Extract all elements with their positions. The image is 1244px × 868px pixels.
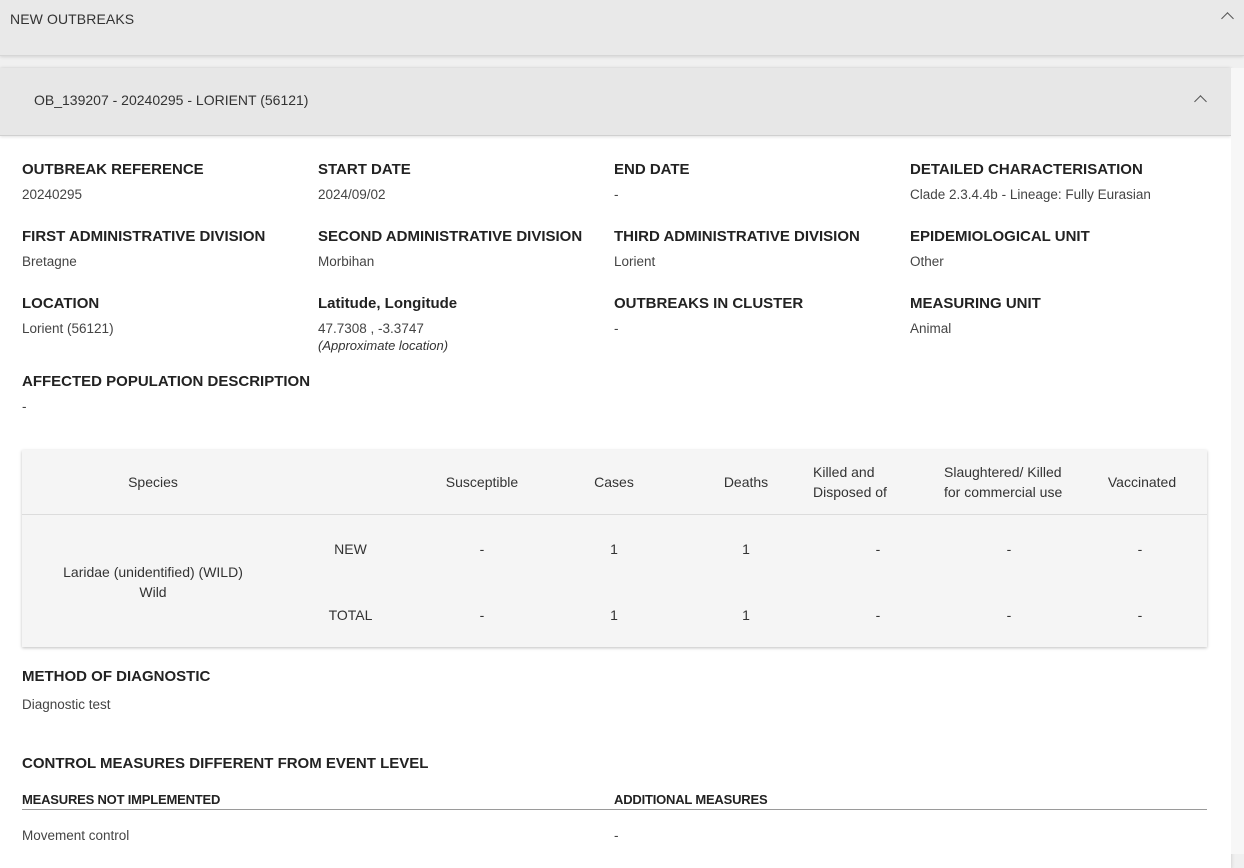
chevron-up-icon[interactable]: [1221, 12, 1234, 25]
header-deaths: Deaths: [723, 474, 769, 490]
field-value: Other: [910, 254, 944, 269]
header-killed-disposed: Killed and Disposed of: [813, 464, 887, 500]
cell-susceptible: -: [479, 541, 485, 557]
field-start-date: START DATE 2024/09/02: [318, 161, 608, 202]
field-outbreaks-in-cluster: OUTBREAKS IN CLUSTER -: [614, 295, 904, 336]
header-species: Species: [128, 474, 178, 490]
field-label: DETAILED CHARACTERISATION: [910, 161, 1143, 178]
field-label: MEASURING UNIT: [910, 295, 1041, 312]
field-label: LOCATION: [22, 295, 100, 312]
field-outbreak-reference: OUTBREAK REFERENCE 20240295: [22, 161, 312, 202]
field-first-admin-division: FIRST ADMINISTRATIVE DIVISION Bretagne: [22, 228, 312, 269]
divider: [22, 809, 1207, 810]
cell-deaths: 1: [742, 541, 750, 557]
field-measuring-unit: MEASURING UNIT Animal: [910, 295, 1200, 336]
cell-slaughtered: -: [1006, 607, 1012, 623]
field-label: END DATE: [614, 161, 690, 178]
field-second-admin-division: SECOND ADMINISTRATIVE DIVISION Morbihan: [318, 228, 608, 269]
row-label: NEW: [334, 541, 367, 557]
field-label: FIRST ADMINISTRATIVE DIVISION: [22, 228, 266, 245]
cell-slaughtered: -: [1006, 541, 1012, 557]
field-value: -: [614, 321, 619, 336]
additional-measures-header: ADDITIONAL MEASURES: [614, 792, 768, 807]
diagnostic-label: METHOD OF DIAGNOSTIC: [22, 668, 211, 685]
header-susceptible: Susceptible: [445, 474, 519, 490]
species-name: Laridae (unidentified) (WILD): [63, 564, 243, 580]
additional-measures-value: -: [614, 828, 619, 843]
field-label: THIRD ADMINISTRATIVE DIVISION: [614, 228, 860, 245]
new-outbreaks-title: NEW OUTBREAKS: [10, 11, 135, 27]
field-value: Lorient (56121): [22, 321, 114, 336]
scrollbar-track[interactable]: [1231, 68, 1244, 854]
field-value: Clade 2.3.4.4b - Lineage: Fully Eurasian: [910, 187, 1151, 202]
cell-cases: 1: [610, 607, 618, 623]
header-slaughtered: Slaughtered/ Killed for commercial use: [944, 464, 1063, 500]
cell-cases: 1: [610, 541, 618, 557]
approximate-location-note: (Approximate location): [318, 338, 449, 353]
field-label: OUTBREAK REFERENCE: [22, 161, 204, 178]
field-value: 20240295: [22, 187, 83, 202]
field-value: Morbihan: [318, 254, 375, 269]
field-end-date: END DATE -: [614, 161, 904, 202]
field-value: Bretagne: [22, 254, 77, 269]
measures-not-implemented-value: Movement control: [22, 828, 130, 843]
outbreak-card-header[interactable]: OB_139207 - 20240295 - LORIENT (56121): [0, 68, 1231, 136]
field-value: -: [22, 399, 27, 414]
field-third-admin-division: THIRD ADMINISTRATIVE DIVISION Lorient: [614, 228, 904, 269]
species-type: Wild: [139, 584, 167, 600]
diagnostic-value: Diagnostic test: [22, 697, 111, 712]
field-label: AFFECTED POPULATION DESCRIPTION: [22, 373, 311, 390]
field-value: 47.7308 , -3.3747: [318, 321, 424, 336]
field-value: -: [614, 187, 619, 202]
cell-killed-disposed: -: [875, 607, 881, 623]
field-epidemiological-unit: EPIDEMIOLOGICAL UNIT Other: [910, 228, 1200, 269]
field-value: Lorient: [614, 254, 656, 269]
table-header-row: Species Susceptible Cases Deaths Killed …: [22, 450, 1207, 515]
field-label: SECOND ADMINISTRATIVE DIVISION: [318, 228, 583, 245]
outbreak-card-title: OB_139207 - 20240295 - LORIENT (56121): [34, 92, 309, 108]
field-label: EPIDEMIOLOGICAL UNIT: [910, 228, 1090, 245]
field-value: Animal: [910, 321, 952, 336]
cell-deaths: 1: [742, 607, 750, 623]
cell-vaccinated: -: [1137, 607, 1143, 623]
field-lat-long: Latitude, Longitude 47.7308 , -3.3747 (A…: [318, 295, 608, 353]
cell-killed-disposed: -: [875, 541, 881, 557]
field-label: START DATE: [318, 161, 411, 178]
cell-vaccinated: -: [1137, 541, 1143, 557]
field-detailed-characterisation: DETAILED CHARACTERISATION Clade 2.3.4.4b…: [910, 161, 1210, 202]
field-value: 2024/09/02: [318, 187, 386, 202]
field-location: LOCATION Lorient (56121): [22, 295, 312, 336]
chevron-up-icon[interactable]: [1194, 95, 1207, 108]
field-affected-population: AFFECTED POPULATION DESCRIPTION -: [22, 373, 422, 414]
header-cases: Cases: [594, 474, 634, 490]
species-table: Species Susceptible Cases Deaths Killed …: [22, 450, 1207, 647]
new-outbreaks-panel-header[interactable]: NEW OUTBREAKS: [0, 0, 1244, 56]
cell-susceptible: -: [479, 607, 485, 623]
header-vaccinated: Vaccinated: [1107, 474, 1177, 490]
field-label: Latitude, Longitude: [318, 295, 458, 312]
measures-not-implemented-header: MEASURES NOT IMPLEMENTED: [22, 792, 221, 807]
row-label: TOTAL: [328, 607, 373, 623]
control-measures-title: CONTROL MEASURES DIFFERENT FROM EVENT LE…: [22, 755, 429, 772]
field-label: OUTBREAKS IN CLUSTER: [614, 295, 804, 312]
